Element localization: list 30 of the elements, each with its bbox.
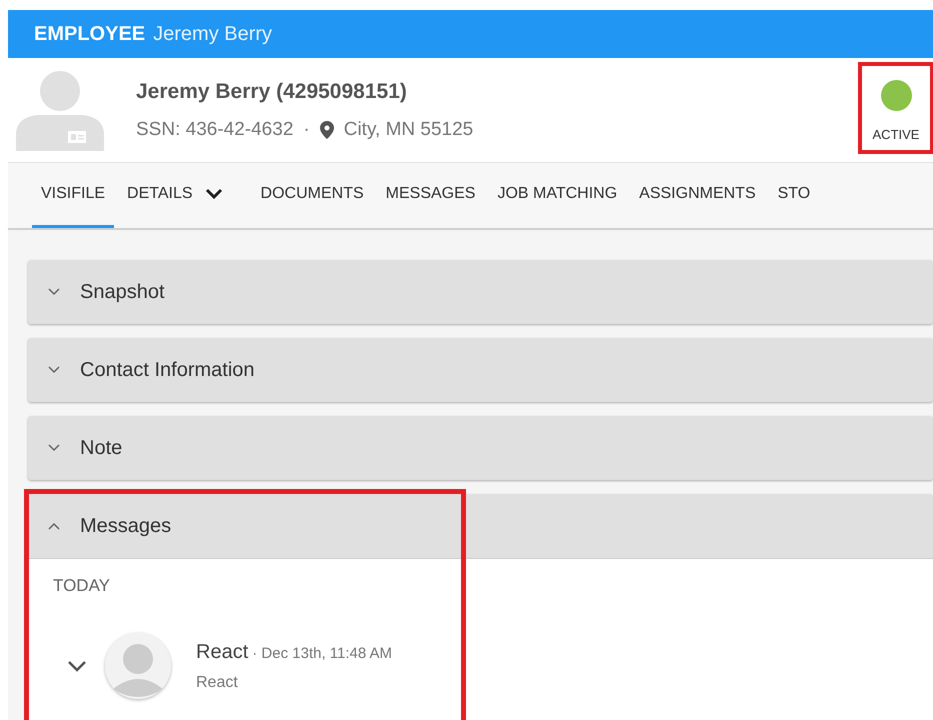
employee-name: Jeremy Berry bbox=[153, 22, 272, 47]
message-preview: React bbox=[196, 672, 238, 692]
chevron-up-icon bbox=[48, 522, 60, 530]
chevron-down-icon bbox=[48, 366, 60, 374]
panel-header[interactable]: Contact Information bbox=[28, 338, 933, 402]
entity-label: EMPLOYEE bbox=[34, 22, 146, 47]
tab[interactable]: STO bbox=[768, 163, 820, 228]
employee-avatar-icon bbox=[16, 69, 104, 151]
chevron-down-icon bbox=[204, 188, 223, 200]
ssn-text: SSN: 436-42-4632 bbox=[136, 118, 294, 142]
status-label: ACTIVE bbox=[872, 126, 920, 144]
tab[interactable]: ASSIGNMENTS bbox=[630, 163, 765, 228]
sender-name: React bbox=[196, 640, 248, 664]
date-heading: TODAY bbox=[52, 575, 110, 597]
tab[interactable]: DOCUMENTS bbox=[252, 163, 373, 228]
separator: · bbox=[303, 118, 310, 142]
tab[interactable]: JOB MATCHING bbox=[488, 163, 626, 228]
chevron-down-icon bbox=[48, 288, 60, 296]
chevron-down-icon bbox=[48, 444, 60, 452]
tab[interactable]: MESSAGES bbox=[376, 163, 484, 228]
employee-name: Jeremy Berry (4295098151) bbox=[136, 79, 408, 105]
location-pin-icon bbox=[320, 120, 334, 139]
location-text: City, MN 55125 bbox=[344, 118, 474, 142]
message-time: · Dec 13th, 11:48 AM bbox=[252, 644, 392, 664]
panel-header[interactable]: Note bbox=[28, 416, 933, 480]
tab[interactable]: DETAILS bbox=[118, 163, 232, 228]
panel-header[interactable]: Messages bbox=[28, 494, 933, 558]
chevron-down-icon[interactable] bbox=[66, 658, 88, 672]
panel-header[interactable]: Snapshot bbox=[28, 260, 933, 324]
avatar-icon bbox=[105, 632, 171, 698]
